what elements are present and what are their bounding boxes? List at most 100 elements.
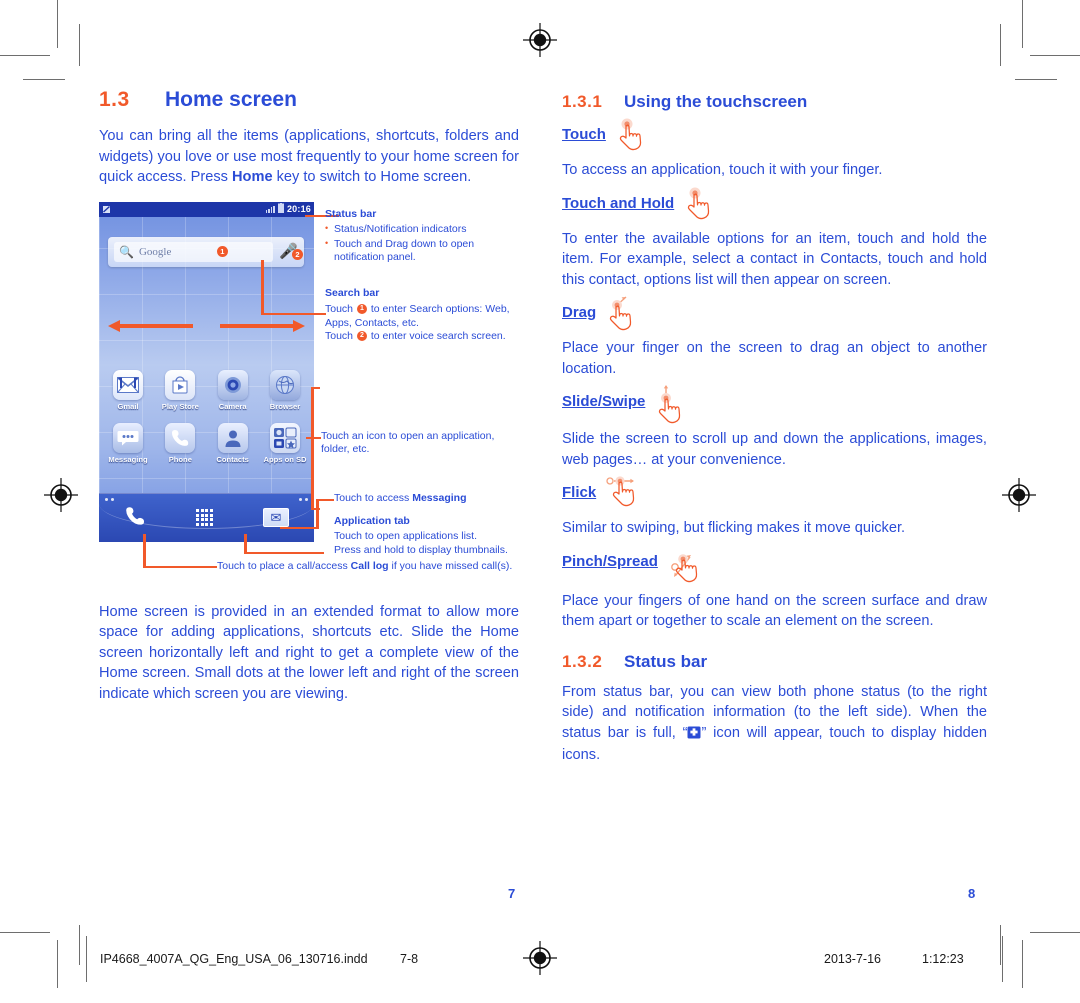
- crop-mark: [79, 24, 80, 66]
- leader-bracket-apps-top: [311, 386, 320, 389]
- app-label: Messaging: [108, 454, 148, 464]
- callout-bullet: Status/Notification indicators: [325, 222, 520, 237]
- section-title: Status bar: [624, 651, 708, 671]
- closing-paragraph: Home screen is provided in an extended f…: [99, 603, 519, 702]
- leader-line-apptab-horizontal: [244, 551, 324, 554]
- search-badge-2: 2: [356, 331, 367, 342]
- browser-icon: [269, 369, 300, 400]
- apps-on-sd-icon: [269, 422, 300, 453]
- crop-mark: [1022, 0, 1023, 48]
- slide-direction-arrows: [105, 319, 308, 334]
- gesture-body: Similar to swiping, but flicking makes i…: [562, 520, 906, 536]
- document-page: 1.3 Home screen You can bring all the it…: [0, 0, 1080, 1003]
- search-input[interactable]: 🔍 Google 1: [114, 241, 274, 262]
- callout-search-line2: Touch 2 to enter voice search screen.: [325, 330, 520, 344]
- app-play-store[interactable]: Play Store: [155, 369, 205, 411]
- section-heading-using-touchscreen: 1.3.1 Using the touchscreen: [562, 92, 987, 112]
- leader-line-calllog-vertical: [143, 533, 146, 568]
- gesture-title: Flick: [562, 484, 597, 501]
- gesture-title: Slide/Swipe: [562, 393, 646, 410]
- hand-drag-icon: [606, 296, 654, 332]
- app-label: Camera: [218, 401, 247, 411]
- gmail-icon: [113, 369, 143, 400]
- callout-messaging: Touch to access Messaging: [334, 492, 520, 506]
- callout-text: Touch to access: [334, 491, 413, 504]
- app-label: Contacts: [216, 454, 249, 464]
- callout-text: Touch an icon to open an application, fo…: [321, 429, 495, 456]
- phone-icon: [165, 422, 196, 453]
- right-page-column: 1.3.1 Using the touchscreen Touch To acc…: [562, 92, 987, 780]
- intro-paragraph: You can bring all the items (application…: [99, 128, 519, 185]
- crop-mark: [0, 55, 50, 56]
- arrow-left-shaft: [119, 323, 193, 328]
- callout-text: Touch to open applications list.: [334, 530, 478, 542]
- gesture-pinch-spread: Pinch/Spread: [562, 553, 987, 587]
- app-label: Browser: [269, 401, 301, 411]
- voice-search-button[interactable]: 🎤 2: [279, 244, 303, 260]
- gesture-body: To access an application, touch it with …: [562, 162, 883, 178]
- gesture-body: Slide the screen to scroll up and down t…: [562, 431, 987, 468]
- app-gmail[interactable]: Gmail: [103, 369, 153, 411]
- messaging-dock-icon[interactable]: ✉: [262, 508, 289, 527]
- app-icon-grid: Gmail Play Store Camera Browser Messagin…: [103, 369, 310, 476]
- callout-text-bold: Messaging: [412, 491, 467, 504]
- gesture-title: Pinch/Spread: [562, 552, 658, 570]
- section-number: 1.3: [99, 88, 130, 111]
- gesture-title: Drag: [562, 304, 597, 321]
- messaging-icon: [113, 422, 143, 453]
- callout-text-bold: Call log: [350, 559, 389, 572]
- signal-icon: [265, 205, 275, 213]
- status-bar-clock: 20:16: [286, 204, 311, 214]
- contacts-icon: [217, 422, 248, 453]
- section-title: Home screen: [165, 88, 297, 111]
- app-label: Apps on SD: [263, 454, 307, 464]
- leader-line-messaging-branch: [316, 498, 334, 501]
- footer-date: 2013-7-16: [824, 952, 881, 966]
- gesture-touch: Touch: [562, 118, 987, 156]
- battery-icon: [277, 203, 284, 215]
- leader-line-calllog-horizontal: [143, 565, 217, 568]
- app-contacts[interactable]: Contacts: [208, 422, 258, 464]
- callout-text: Touch: [325, 303, 356, 315]
- callout-title: Application tab: [334, 514, 410, 527]
- arrow-right-shaft: [220, 323, 294, 328]
- app-label: Play Store: [161, 401, 199, 411]
- phone-home-screen-mock: 20:16 🔍 Google 1 🎤 2 Gmail Play Store Ca…: [99, 201, 314, 542]
- footer-filename: IP4668_4007A_QG_Eng_USA_06_130716.indd: [100, 952, 368, 966]
- hand-flick-icon: [606, 476, 658, 512]
- search-badge-1: 1: [356, 304, 367, 315]
- application-tab-icon[interactable]: [196, 509, 213, 526]
- callout-text: if you have missed call(s).: [388, 559, 513, 572]
- gesture-title: Touch: [562, 126, 606, 143]
- app-messaging[interactable]: Messaging: [103, 422, 153, 464]
- gesture-touch-and-hold: Touch and Hold: [562, 187, 987, 225]
- leader-line-messaging-vertical: [316, 498, 319, 529]
- leader-bracket-apps-vertical: [311, 386, 314, 510]
- footer-page-range: 7-8: [400, 952, 419, 966]
- registration-target-icon: [1002, 478, 1036, 512]
- play-store-icon: [165, 369, 196, 400]
- app-apps-on-sd[interactable]: Apps on SD: [260, 422, 310, 464]
- app-phone[interactable]: Phone: [155, 422, 205, 464]
- phone-dock-icon[interactable]: [124, 505, 146, 531]
- crop-mark: [23, 79, 65, 80]
- callout-app-icons: Touch an icon to open an application, fo…: [321, 430, 519, 457]
- search-icon: 🔍: [119, 244, 134, 259]
- crop-mark: [57, 0, 58, 48]
- hand-touch-hold-icon: [684, 187, 724, 221]
- leader-line-search-bar-horizontal: [261, 312, 326, 315]
- google-search-widget[interactable]: 🔍 Google 1 🎤 2: [108, 236, 304, 267]
- hand-pinch-icon: [668, 545, 720, 587]
- app-browser[interactable]: Browser: [260, 369, 310, 411]
- gesture-body: To enter the available options for an it…: [562, 230, 987, 288]
- callout-title: Status bar: [325, 207, 377, 220]
- gesture-drag: Drag: [562, 296, 987, 334]
- crop-mark: [0, 932, 50, 933]
- leader-line-apps-to-text: [306, 436, 321, 439]
- registration-target-icon: [523, 23, 557, 57]
- page-number-right: 8: [968, 886, 976, 901]
- home-key-bold: Home: [232, 169, 273, 185]
- registration-target-icon: [44, 478, 78, 512]
- app-camera[interactable]: Camera: [208, 369, 258, 411]
- app-label: Gmail: [117, 401, 139, 411]
